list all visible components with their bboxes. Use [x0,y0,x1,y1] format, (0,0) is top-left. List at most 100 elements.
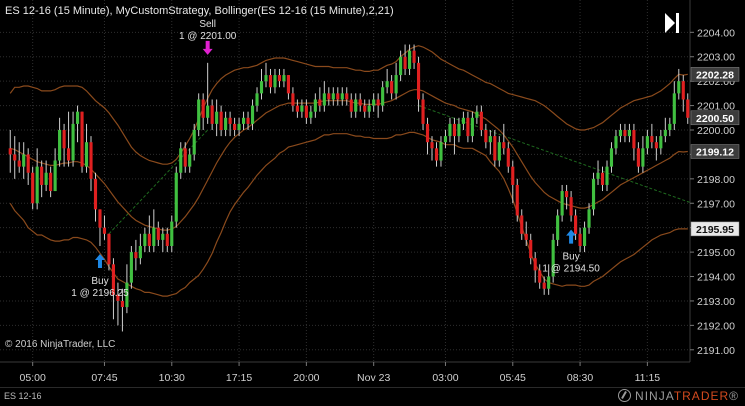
candle [215,99,219,137]
candle [390,75,394,100]
candle-body [668,123,672,130]
candle [84,123,89,173]
brand-reg: ® [729,389,739,403]
candle-body [645,136,649,149]
candle-body [623,130,627,137]
copyright-text: © 2016 NinjaTrader, LLC [5,339,116,350]
candle-body [318,99,322,106]
candle [627,123,631,143]
candle [22,142,26,179]
candle [641,136,645,173]
candle-body [448,123,452,137]
brand-accent: TRADER [673,389,730,403]
candle [147,215,151,253]
candle-body [75,111,80,124]
candle-body [26,154,30,173]
candle [224,111,228,137]
candle [372,93,376,112]
candle [165,227,169,253]
candle [591,172,596,216]
candle-body [89,142,93,179]
candle [551,233,555,283]
price-tick-label: 2200.00 [697,125,735,137]
candle-body [632,130,636,149]
sell-arrow-icon [202,40,213,55]
candle-body [31,172,35,204]
candle-body [452,123,457,137]
candle-body [210,105,214,124]
candle-body [502,142,506,149]
candle-body [309,111,313,118]
candle-body [390,81,394,94]
candle-body [394,75,398,94]
candle-body [161,233,165,240]
candle-body [596,172,600,179]
candle-body [470,117,474,137]
candle-body [84,142,89,167]
candle [443,130,448,149]
signal-label: 1 @ 2194.50 [542,264,600,275]
candle [286,75,290,100]
candle [201,93,205,130]
candle-body [591,178,596,210]
candle [421,93,425,130]
middle-band-line [10,89,688,231]
candle [58,117,62,167]
candle-body [408,50,412,69]
candle-body [286,75,290,94]
candle [102,215,107,240]
candle [416,56,421,112]
price-marker: 2200.50 [690,110,740,126]
signal-name: Buy [91,276,108,287]
candle-body [13,154,17,161]
candle-body [327,93,331,100]
candle-body [165,233,169,246]
candle [582,221,587,253]
candle [686,93,690,124]
time-tick-label: 08:30 [567,372,593,384]
candle [466,111,470,143]
candle [681,75,685,112]
candle-body [192,130,196,155]
candle-body [493,136,497,161]
candle [156,221,160,246]
candle-body [434,148,439,161]
candle-body [484,130,488,143]
buy-arrow-icon [94,254,105,268]
time-axis[interactable]: 05:00 07:45 10:30 17:15 20:00 Nov 23 03:00 05:4… [0,361,690,384]
candle [663,117,667,143]
candle-body [336,93,340,100]
time-tick-label: Nov 23 [357,372,390,384]
candle [439,136,443,167]
time-tick-label: 05:45 [500,372,526,384]
candle-body [399,56,403,76]
candle-body [174,172,178,222]
candle-body [475,111,479,118]
candle [618,123,623,143]
candle [13,136,17,179]
candle [295,99,299,118]
ninjatrader-logo-icon [618,389,632,402]
candle-body [120,300,124,308]
price-markers: 2202.28 2200.50 2199.12 2195.95 [690,67,740,237]
candle [188,148,192,173]
candle [376,93,380,118]
candle [605,160,609,192]
price-tick-label: 2198.00 [697,174,735,186]
candle-body [686,99,690,118]
candle [197,93,201,137]
candle-body [533,258,537,271]
candle [67,111,71,167]
price-tick-label: 2204.00 [697,27,735,39]
candle-body [201,99,205,118]
candle [659,130,663,155]
price-tick-label: 2194.00 [697,272,735,284]
candle [219,105,223,137]
play-to-end-icon[interactable] [662,12,682,34]
price-axis[interactable]: 2191.002192.002193.002194.002195.002196.… [689,0,735,362]
time-tick-label: 17:15 [226,372,252,384]
candle-body [538,270,542,283]
candle-body [560,191,564,216]
price-marker-label: 2199.12 [696,146,734,158]
instrument-tab[interactable]: ES 12-16 [4,391,42,401]
